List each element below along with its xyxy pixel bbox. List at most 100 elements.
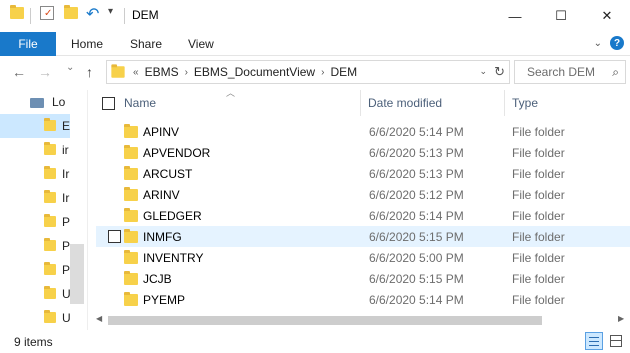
nav-item-folder[interactable]: P <box>0 234 70 258</box>
file-type: File folder <box>512 188 565 202</box>
search-input[interactable]: Search DEM ⌕ <box>514 60 626 84</box>
file-type: File folder <box>512 251 565 265</box>
recent-locations-button[interactable]: ⌄ <box>66 62 74 73</box>
nav-item-folder[interactable]: E <box>0 114 70 138</box>
nav-item-label: U <box>62 311 71 325</box>
folder-icon <box>124 229 138 243</box>
breadcrumb-documentview[interactable]: EBMS_DocumentView <box>194 65 315 79</box>
file-row[interactable]: PYEMP 6/6/2020 5:14 PM File folder <box>96 289 630 310</box>
nav-item-folder[interactable]: U <box>0 306 71 330</box>
tab-share[interactable]: Share <box>130 37 162 51</box>
up-button[interactable]: ↑ <box>86 64 93 80</box>
item-count: 9 items <box>14 335 53 349</box>
file-name: ARCUST <box>143 167 193 181</box>
file-name: PYEMP <box>143 293 186 307</box>
nav-item-label: P <box>62 239 71 253</box>
file-type: File folder <box>512 146 565 160</box>
file-row[interactable]: INVENTRY 6/6/2020 5:00 PM File folder <box>96 247 630 268</box>
nav-item-folder[interactable]: P <box>0 258 70 282</box>
undo-icon[interactable]: ↶ <box>86 4 99 24</box>
nav-item-folder[interactable]: U <box>0 282 71 306</box>
nav-item-label: Ir <box>62 167 70 181</box>
breadcrumb-dem[interactable]: DEM <box>330 65 357 79</box>
breadcrumb-separator[interactable]: › <box>321 67 324 78</box>
file-type: File folder <box>512 272 565 286</box>
file-row[interactable]: APVENDOR 6/6/2020 5:13 PM File folder <box>96 142 630 163</box>
file-date: 6/6/2020 5:13 PM <box>369 167 464 181</box>
scrollbar-thumb[interactable] <box>108 316 542 325</box>
file-name: ARINV <box>143 188 180 202</box>
scroll-right-icon[interactable]: ▶ <box>618 314 624 323</box>
column-divider[interactable] <box>360 90 361 116</box>
column-divider[interactable] <box>504 90 505 116</box>
nav-item-folder[interactable]: Ir <box>0 162 70 186</box>
folder-icon <box>44 166 56 179</box>
back-button[interactable]: ← <box>12 64 26 80</box>
file-row[interactable]: ARCUST 6/6/2020 5:13 PM File folder <box>96 163 630 184</box>
file-date: 6/6/2020 5:13 PM <box>369 146 464 160</box>
file-row[interactable]: INMFG 6/6/2020 5:15 PM File folder <box>96 226 630 247</box>
divider <box>124 8 125 24</box>
status-bar: 9 items <box>0 330 630 353</box>
horizontal-scrollbar[interactable]: ◀ ▶ <box>96 312 630 328</box>
file-row[interactable]: APINV 6/6/2020 5:14 PM File folder <box>96 121 630 142</box>
minimize-button[interactable]: — <box>492 0 538 32</box>
file-date: 6/6/2020 5:14 PM <box>369 293 464 307</box>
large-icons-view-icon[interactable] <box>607 332 625 350</box>
nav-item-folder[interactable]: ir <box>0 138 70 162</box>
folder-icon <box>124 145 138 159</box>
help-icon[interactable]: ? <box>610 36 624 50</box>
search-placeholder: Search DEM <box>527 65 596 79</box>
column-name[interactable]: Name <box>124 96 156 110</box>
overflow-icon[interactable]: « <box>133 67 139 78</box>
new-folder-icon[interactable] <box>64 5 78 19</box>
folder-icon <box>124 208 138 222</box>
folder-icon <box>44 142 56 155</box>
file-row[interactable]: ARINV 6/6/2020 5:12 PM File folder <box>96 184 630 205</box>
tab-home[interactable]: Home <box>71 37 103 51</box>
breadcrumb-separator[interactable]: › <box>185 67 188 78</box>
nav-item-label: ir <box>62 143 69 157</box>
drive-icon <box>30 98 44 108</box>
folder-icon <box>124 187 138 201</box>
breadcrumb-ebms[interactable]: EBMS <box>145 65 179 79</box>
file-date: 6/6/2020 5:14 PM <box>369 125 464 139</box>
nav-item-label: E <box>62 119 71 133</box>
column-date-modified[interactable]: Date modified <box>368 96 442 110</box>
folder-icon <box>124 124 138 138</box>
file-name: JCJB <box>143 272 172 286</box>
folder-icon <box>44 286 56 299</box>
tab-view[interactable]: View <box>188 37 214 51</box>
title-bar: ✓ ↶ ▾ DEM — ☐ ✕ <box>0 0 630 32</box>
details-view-icon[interactable] <box>585 332 603 350</box>
select-all-checkbox[interactable] <box>102 97 115 110</box>
chevron-down-icon[interactable]: ⌄ <box>594 38 602 49</box>
forward-button[interactable]: → <box>38 64 52 80</box>
nav-item-folder[interactable]: Ir <box>0 186 70 210</box>
file-type: File folder <box>512 209 565 223</box>
nav-pane-scrollbar[interactable] <box>70 244 84 304</box>
folder-icon <box>124 292 138 306</box>
file-row[interactable]: JCJB 6/6/2020 5:15 PM File folder <box>96 268 630 289</box>
refresh-icon[interactable]: ↻ <box>494 64 505 80</box>
properties-icon[interactable]: ✓ <box>40 6 54 20</box>
maximize-button[interactable]: ☐ <box>538 0 584 32</box>
file-row[interactable]: GLEDGER 6/6/2020 5:14 PM File folder <box>96 205 630 226</box>
nav-item-folder[interactable]: P <box>0 210 70 234</box>
column-header-row: ︿ Name Date modified Type <box>96 88 630 116</box>
scroll-left-icon[interactable]: ◀ <box>96 314 102 323</box>
divider <box>30 8 31 24</box>
chevron-down-icon[interactable]: ⌄ <box>479 66 487 77</box>
nav-item-label: P <box>62 215 71 229</box>
search-icon: ⌕ <box>612 65 619 79</box>
navigation-pane: Lo E ir Ir Ir P P P U U <box>0 90 88 330</box>
file-name: APVENDOR <box>143 146 211 160</box>
row-checkbox[interactable] <box>108 230 121 243</box>
address-bar[interactable]: « EBMS › EBMS_DocumentView › DEM ⌄ ↻ <box>106 60 510 84</box>
nav-item-local-disk[interactable]: Lo <box>0 90 70 114</box>
close-button[interactable]: ✕ <box>584 0 630 32</box>
column-type[interactable]: Type <box>512 96 538 110</box>
tab-file[interactable]: File <box>0 32 56 56</box>
ribbon-controls: ⌄ ? <box>594 36 624 50</box>
customize-toolbar-icon[interactable]: ▾ <box>108 6 113 17</box>
